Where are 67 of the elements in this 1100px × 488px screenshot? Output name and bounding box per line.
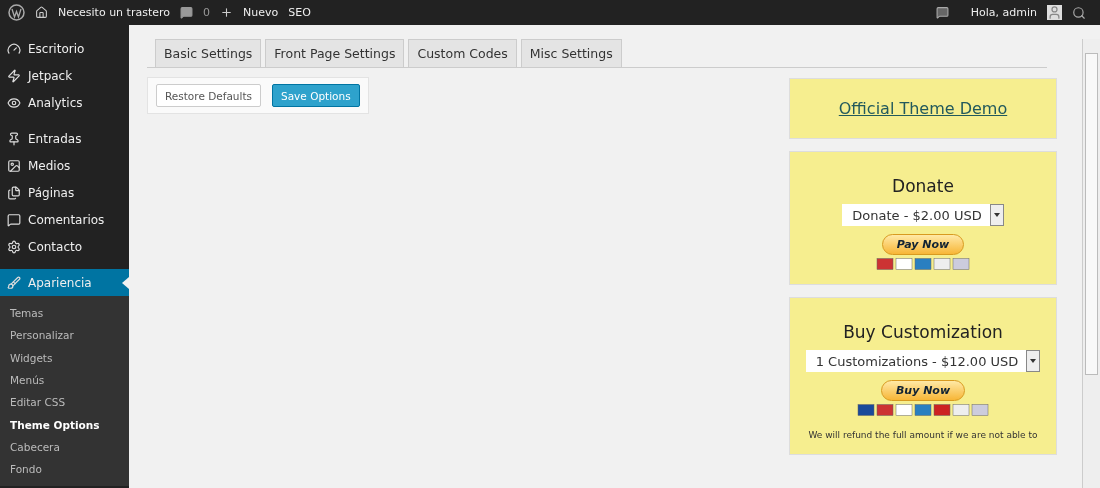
menu-item[interactable]: Escritorio <box>0 35 129 62</box>
card-logo-icon <box>895 258 912 270</box>
notification-icon[interactable] <box>935 6 949 19</box>
jetpack-icon <box>7 68 21 83</box>
dropdown-icon <box>1030 359 1037 363</box>
submenu-item[interactable]: Theme Options <box>0 413 129 436</box>
menu-item[interactable]: Contacto <box>0 233 129 260</box>
greeting-link[interactable]: Hola, admin <box>970 6 1037 19</box>
demo-link[interactable]: Official Theme Demo <box>838 99 1008 118</box>
card-title: Donate <box>892 176 954 196</box>
comment-count[interactable]: 0 <box>203 6 210 19</box>
card-logo-icon <box>876 404 893 416</box>
submenu-item[interactable]: Temas <box>0 302 129 325</box>
menu-item[interactable]: Entradas <box>0 125 129 152</box>
submenu-item[interactable]: Cabecera <box>0 435 129 459</box>
brush-icon <box>7 275 21 290</box>
card-logo-icon <box>952 404 969 416</box>
submenu-item[interactable]: Widgets <box>0 346 129 369</box>
menu-item[interactable]: Apariencia <box>0 269 129 296</box>
restore-button[interactable]: Restore Defaults <box>156 84 261 107</box>
menu-item[interactable]: Jetpack <box>0 62 129 89</box>
menu-item[interactable]: Analytics <box>0 89 129 116</box>
tab[interactable]: Front Page Settings <box>265 39 405 67</box>
tab[interactable]: Custom Codes <box>408 39 517 67</box>
search-icon[interactable] <box>1072 5 1086 20</box>
card-logo-icon <box>914 258 931 270</box>
menu-item[interactable]: Comentarios <box>0 206 129 233</box>
site-name-link[interactable]: Necesito un trastero <box>58 6 170 19</box>
analytics-icon <box>7 95 21 110</box>
menu-item[interactable]: Páginas <box>0 179 129 206</box>
wordpress-logo-icon[interactable] <box>8 4 25 21</box>
menu-item[interactable]: Medios <box>0 152 129 179</box>
card-title: Buy Customization <box>843 322 1003 342</box>
pages-icon <box>7 185 21 200</box>
submenu-item[interactable]: Menús <box>0 368 129 392</box>
scrollbar[interactable] <box>1082 39 1100 488</box>
card-logo-icon <box>895 404 912 416</box>
dropdown-icon <box>993 213 1000 217</box>
refund-note: We will refund the full amount if we are not able to <box>808 430 1038 440</box>
seo-link[interactable]: SEO <box>288 6 311 19</box>
card-logo-icon <box>971 404 988 416</box>
pay-button[interactable]: Pay Now <box>881 234 965 255</box>
submenu-item[interactable]: Fondo <box>0 458 129 481</box>
card-logo-icon <box>952 258 969 270</box>
new-link[interactable]: Nuevo <box>243 6 279 19</box>
comment-icon <box>7 212 21 227</box>
tab[interactable]: Basic Settings <box>155 39 262 67</box>
submenu-item[interactable]: Personalizar <box>0 324 129 347</box>
card-logo-icon <box>857 404 874 416</box>
home-icon <box>35 6 48 19</box>
current-arrow-icon <box>122 277 129 289</box>
pin-icon <box>7 131 21 146</box>
card-logo-icon <box>933 404 950 416</box>
card-logo-icon <box>914 404 931 416</box>
pay-button[interactable]: Buy Now <box>880 380 966 401</box>
amount-select[interactable]: 1 Customizations - $12.00 USD <box>805 350 1041 372</box>
submenu-item[interactable]: Editar CSS <box>0 391 129 414</box>
tab[interactable]: Misc Settings <box>520 39 622 67</box>
card-logo-icon <box>876 258 893 270</box>
amount-select[interactable]: Donate - $2.00 USD <box>842 204 1004 226</box>
comment-icon <box>180 6 193 19</box>
card-logo-icon <box>933 258 950 270</box>
media-icon <box>7 158 21 173</box>
gauge-icon <box>7 41 21 56</box>
plus-icon <box>220 6 233 19</box>
gear-icon <box>7 239 21 254</box>
avatar-icon[interactable] <box>1047 5 1062 20</box>
